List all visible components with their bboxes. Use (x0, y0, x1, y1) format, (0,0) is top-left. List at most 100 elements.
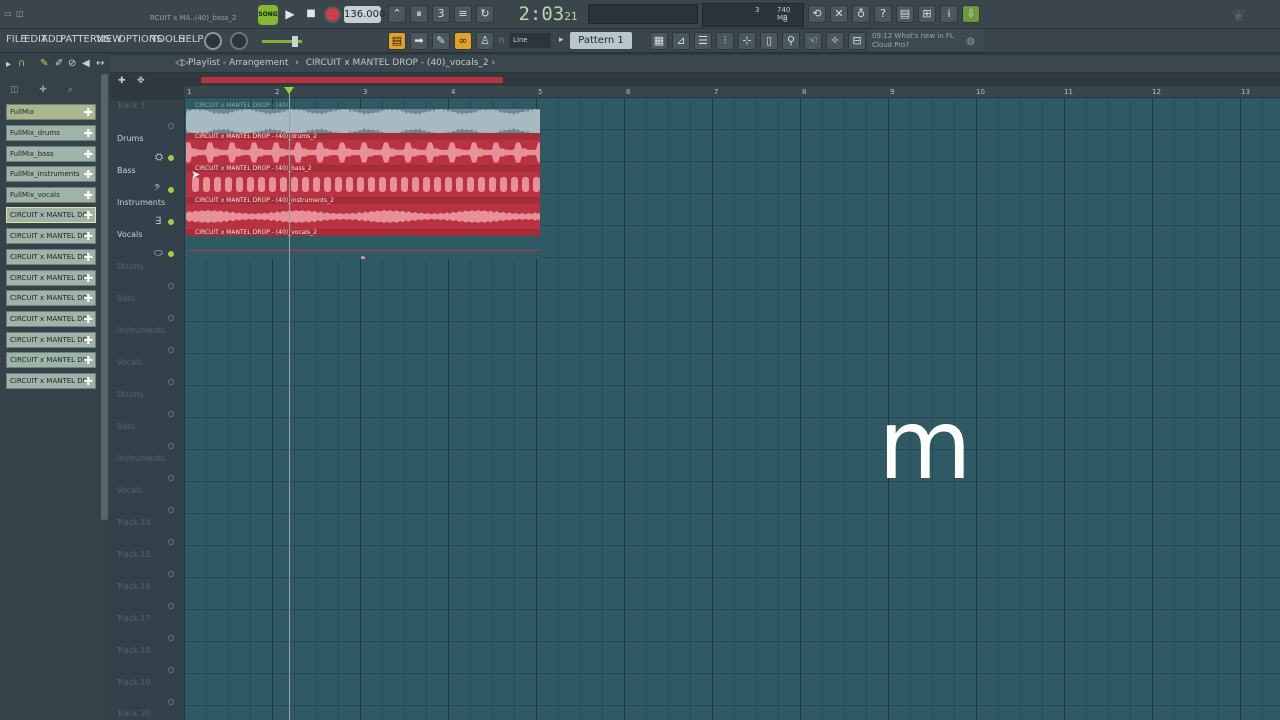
browser-item-circuit-3[interactable]: CIRCUIT x MANTEL DR.. ✚ (6, 249, 96, 265)
track-mute[interactable] (168, 315, 174, 321)
channel-rack-icon[interactable]: ☰ (694, 32, 712, 50)
browser-item-circuit-8[interactable]: CIRCUIT x MANTEL DR.. ✚ (6, 352, 96, 368)
wait-input-icon[interactable]: ⏸ (410, 5, 428, 23)
track-mute[interactable] (168, 475, 174, 481)
browser-item-fullmix[interactable]: FullMix ✚ (6, 104, 96, 120)
paint-tool-icon[interactable]: ✐ (55, 58, 63, 69)
track-mute[interactable] (168, 411, 174, 417)
track-mute[interactable] (168, 603, 174, 609)
pattern-selector[interactable]: Pattern 1 (570, 32, 632, 49)
browser-item-fullmix-vocals[interactable]: FullMix_vocals ✚ (6, 187, 96, 203)
track-mute[interactable] (168, 667, 174, 673)
track-label[interactable]: Track 16 (117, 582, 151, 591)
clip-vocals[interactable]: CIRCUIT x MANTEL DROP - (40)_vocals_2 (186, 229, 540, 259)
browser-item-fullmix-drums[interactable]: FullMix_drums ✚ (6, 125, 96, 141)
save-icon[interactable]: ▤ (896, 5, 914, 23)
browser-item-circuit-5[interactable]: CIRCUIT x MANTEL DR.. ✚ (6, 290, 96, 306)
delete-tool-icon[interactable]: ⊘ (68, 58, 76, 69)
track-mute[interactable] (168, 443, 174, 449)
shop-icon[interactable]: ⊟ (848, 32, 866, 50)
stamp-icon[interactable]: ♙ (476, 32, 494, 50)
loop-record-icon[interactable]: ↻ (476, 5, 494, 23)
track-mute[interactable] (168, 699, 174, 705)
browser-item-circuit-4[interactable]: CIRCUIT x MANTEL DR.. ✚ (6, 270, 96, 286)
step-edit-icon[interactable]: ≡ (454, 5, 472, 23)
track-label-ghost[interactable]: Vocals (117, 358, 142, 367)
microphone-icon[interactable]: ♁ (852, 5, 870, 23)
browser-item-circuit-7[interactable]: CIRCUIT x MANTEL DR.. ✚ (6, 332, 96, 348)
metronome-icon[interactable]: ⌃ (388, 5, 406, 23)
mixer-icon[interactable]: ⊞ (918, 5, 936, 23)
track-label[interactable]: Track 15 (117, 550, 151, 559)
track-label[interactable]: Track 17 (117, 614, 151, 623)
track-mute[interactable] (168, 283, 174, 289)
track-mute-drums[interactable] (168, 155, 174, 161)
track-label-ghost[interactable]: Instruments (117, 454, 165, 463)
menu-help[interactable]: HELP (178, 34, 203, 45)
window-restore-icon[interactable]: ◫ (16, 9, 24, 18)
timeline-ruler[interactable]: 1 2 3 4 5 6 7 8 9 10 11 12 13 (184, 86, 1280, 98)
song-mode-button[interactable]: SONG (258, 5, 278, 25)
download-icon[interactable]: ⇩ (962, 5, 980, 23)
playhead-marker-icon[interactable] (284, 87, 294, 94)
song-position-display[interactable]: 2:0321 (512, 1, 584, 28)
track-mute[interactable] (168, 347, 174, 353)
mute-tool-icon[interactable]: ◀ (82, 58, 90, 69)
browser-pin-icon[interactable]: ✚ (39, 85, 47, 95)
clip-bass[interactable]: CIRCUIT x MANTEL DROP - (40)_bass_2 (186, 165, 540, 197)
browser-item-circuit-9[interactable]: CIRCUIT x MANTEL DR.. ✚ (6, 373, 96, 389)
track-label[interactable]: Track 20 (117, 709, 151, 718)
browser-item-circuit-2[interactable]: CIRCUIT x MANTEL DR.. ✚ (6, 228, 96, 244)
move-track-icon[interactable]: ✥ (137, 76, 145, 86)
tools-menu-icon[interactable]: ▸ (6, 59, 11, 70)
playhead[interactable] (289, 92, 290, 720)
add-track-icon[interactable]: ✚ (118, 76, 126, 86)
clip-drums[interactable]: CIRCUIT x MANTEL DROP - (40)_drums_2 (186, 133, 540, 165)
track-label-vocals[interactable]: Vocals (117, 230, 142, 239)
track-label-drums[interactable]: Drums (117, 134, 143, 143)
track-label-ghost[interactable]: Drums (117, 390, 143, 399)
help-icon[interactable]: ? (874, 5, 892, 23)
playlist-view-icon[interactable]: ▦ (650, 32, 668, 50)
track-label-ghost[interactable]: Bass (117, 422, 136, 431)
window-minimize-icon[interactable]: ▭ (4, 9, 12, 18)
mixer-link-icon[interactable]: ✕ (830, 5, 848, 23)
link-icon[interactable]: ∞ (454, 32, 472, 50)
track-mute[interactable] (168, 635, 174, 641)
track-label-ghost[interactable]: Vocals (117, 486, 142, 495)
track-mute[interactable] (168, 507, 174, 513)
browser-back-icon[interactable]: ◫ (10, 85, 19, 95)
track-mute[interactable] (168, 571, 174, 577)
track-mute-vocals[interactable] (168, 251, 174, 257)
countdown-icon[interactable]: 3 (432, 5, 450, 23)
news-globe-icon[interactable]: ◍ (966, 36, 975, 47)
info-icon[interactable]: i (940, 5, 958, 23)
plug-icon[interactable]: ⚲ (782, 32, 800, 50)
track-label-ghost[interactable]: Bass (117, 294, 136, 303)
stop-button[interactable]: ■ (302, 5, 320, 23)
pattern-prev-icon[interactable]: ▸ (559, 35, 564, 45)
magnet-icon[interactable]: ∩ (498, 36, 505, 46)
arrow-right-icon[interactable]: ➡ (410, 32, 428, 50)
magnet-snap-icon[interactable]: ∩ (18, 58, 25, 69)
track-label-bass[interactable]: Bass (117, 166, 136, 175)
track-label-ghost[interactable]: Instruments (117, 326, 165, 335)
pencil-icon[interactable]: ✎ (432, 32, 450, 50)
playlist-window-icon[interactable]: ◁▷ (175, 58, 189, 68)
draw-tool-icon[interactable]: ✎ (40, 58, 48, 69)
play-button[interactable]: ▶ (281, 5, 299, 23)
record-button[interactable] (324, 6, 341, 23)
track-label-instruments[interactable]: Instruments (117, 198, 165, 207)
browser-icon[interactable]: ▯ (760, 32, 778, 50)
plugin-picker-icon[interactable]: ⊹ (738, 32, 756, 50)
clip-fullmix[interactable]: CIRCUIT x MANTEL DROP - (40) (186, 102, 540, 134)
slip-tool-icon[interactable]: ↔ (96, 58, 104, 69)
master-slider-handle[interactable] (292, 36, 298, 47)
touch-icon[interactable]: ☜ (804, 32, 822, 50)
browser-item-circuit-6[interactable]: CIRCUIT x MANTEL DR.. ✚ (6, 311, 96, 327)
track-mute-instruments[interactable] (168, 219, 174, 225)
track-label[interactable]: Track 19 (117, 678, 151, 687)
undo-icon[interactable]: ⟲ (808, 5, 826, 23)
wand-icon[interactable]: ✧ (826, 32, 844, 50)
playlist-icon[interactable]: ▤ (388, 32, 406, 50)
